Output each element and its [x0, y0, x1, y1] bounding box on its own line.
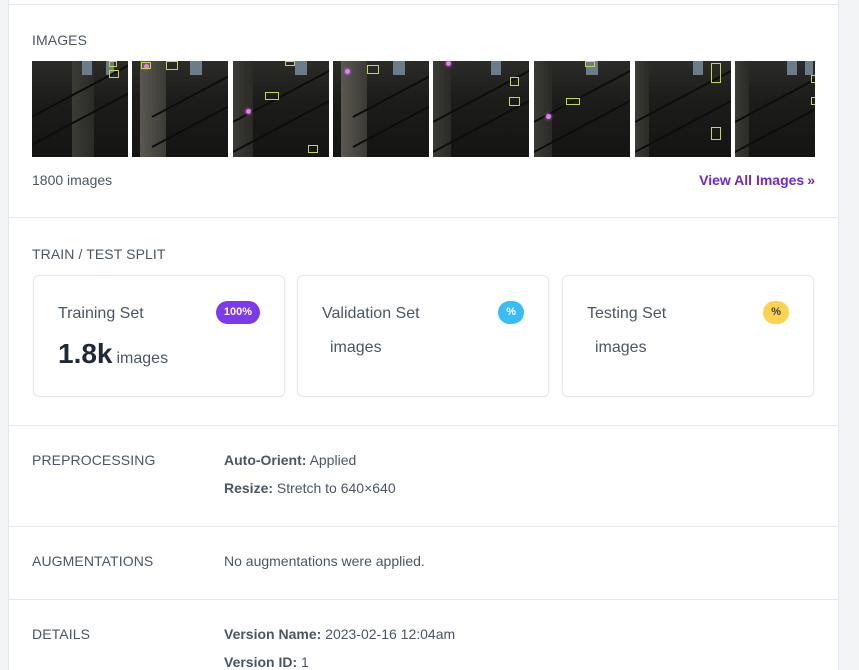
image-thumbnail[interactable]: [735, 61, 815, 157]
training-set-card: Training Set 100% 1.8k images: [33, 275, 285, 397]
images-section: IMAGES 1800 images View All Images »: [9, 5, 838, 218]
augmentations-text: No augmentations were applied.: [224, 553, 425, 569]
version-panel: IMAGES 1800 images View All Images » TRA…: [8, 0, 839, 670]
image-thumbnail[interactable]: [433, 61, 529, 157]
double-chevron-right-icon: »: [807, 172, 815, 188]
image-thumbnail[interactable]: [132, 61, 228, 157]
details-version-id: Version ID: 1: [224, 654, 309, 670]
preprocessing-auto-orient: Auto-Orient: Applied: [224, 452, 357, 468]
view-all-images-link[interactable]: View All Images»: [699, 172, 815, 188]
preprocessing-section-title: PREPROCESSING: [32, 452, 156, 468]
details-section: DETAILS Version Name: 2023-02-16 12:04am…: [9, 600, 838, 670]
view-all-images-label: View All Images: [699, 172, 805, 188]
image-thumbnail[interactable]: [32, 61, 128, 157]
image-thumbnail[interactable]: [635, 61, 731, 157]
split-section-title: TRAIN / TEST SPLIT: [32, 246, 166, 262]
preprocessing-section: PREPROCESSING Auto-Orient: Applied Resiz…: [9, 426, 838, 527]
image-thumbnail[interactable]: [534, 61, 630, 157]
augmentations-section-title: AUGMENTATIONS: [32, 553, 154, 569]
image-thumbnail-strip: [32, 61, 815, 157]
preprocessing-resize: Resize: Stretch to 640×640: [224, 480, 396, 496]
testing-set-card: Testing Set % images: [562, 275, 814, 397]
testing-set-unit: images: [595, 339, 647, 356]
testing-set-label: Testing Set: [587, 305, 667, 322]
details-version-name: Version Name: 2023-02-16 12:04am: [224, 626, 456, 642]
image-thumbnail[interactable]: [233, 61, 329, 157]
image-thumbnail[interactable]: [333, 61, 429, 157]
training-set-unit: images: [116, 350, 169, 367]
training-set-badge: 100%: [215, 301, 260, 324]
images-section-title: IMAGES: [32, 32, 88, 48]
details-section-title: DETAILS: [32, 626, 91, 642]
training-set-value: 1.8k images: [58, 338, 168, 370]
validation-set-label: Validation Set: [322, 305, 420, 322]
validation-set-badge: %: [498, 301, 524, 324]
augmentations-section: AUGMENTATIONS No augmentations were appl…: [9, 527, 838, 600]
validation-set-card: Validation Set % images: [297, 275, 549, 397]
training-set-count: 1.8k: [58, 338, 113, 369]
training-set-label: Training Set: [58, 305, 144, 322]
validation-set-unit: images: [330, 339, 382, 356]
testing-set-badge: %: [763, 301, 789, 324]
image-count: 1800 images: [32, 172, 113, 188]
